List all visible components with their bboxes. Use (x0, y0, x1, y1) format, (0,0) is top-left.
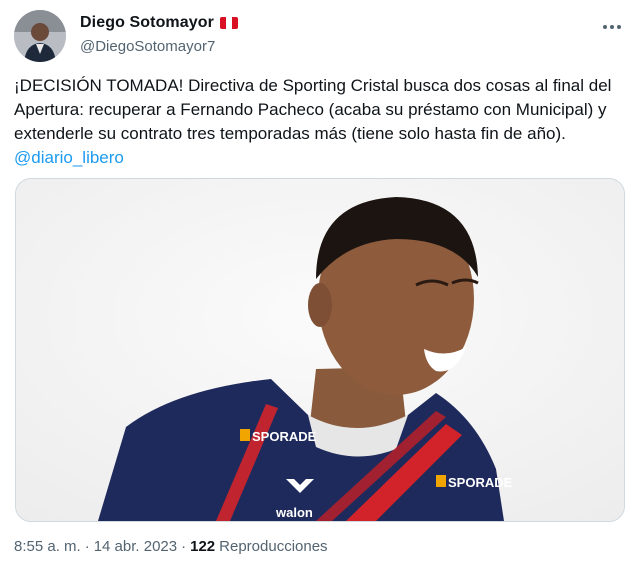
sponsor-logo-icon (436, 475, 446, 487)
peru-flag-icon (219, 17, 238, 29)
tweet-text: ¡DECISIÓN TOMADA! Directiva de Sporting … (14, 74, 614, 170)
meta-separator: · (181, 538, 187, 555)
tweet-meta: 8:55 a. m. · 14 abr. 2023 · 122 Reproduc… (14, 538, 328, 555)
tweet-card: Diego Sotomayor @DiegoSotomayor7 ¡DECISI… (0, 0, 640, 571)
jersey-text: SPORADE (448, 475, 513, 490)
more-dots-icon[interactable] (600, 18, 624, 36)
tweet-image[interactable]: SPORADE SPORADE walon (15, 178, 625, 522)
tweet-body: ¡DECISIÓN TOMADA! Directiva de Sporting … (14, 76, 612, 143)
jersey-text: walon (275, 505, 313, 520)
avatar[interactable] (14, 10, 66, 62)
views-label: Reproducciones (219, 538, 328, 555)
sponsor-logo-icon (240, 429, 250, 441)
display-name[interactable]: Diego Sotomayor (80, 14, 214, 32)
tweet-time[interactable]: 8:55 a. m. (14, 538, 81, 555)
meta-separator: · (84, 538, 90, 555)
player-photo: SPORADE SPORADE walon (16, 179, 624, 521)
user-handle[interactable]: @DiegoSotomayor7 (80, 38, 215, 55)
name-row: Diego Sotomayor (80, 14, 238, 32)
tweet-header: Diego Sotomayor @DiegoSotomayor7 (14, 10, 626, 62)
mention-link[interactable]: @diario_libero (14, 148, 124, 167)
tweet-date[interactable]: 14 abr. 2023 (94, 538, 177, 555)
views-count: 122 (190, 538, 216, 555)
jersey-text: SPORADE (252, 429, 317, 444)
